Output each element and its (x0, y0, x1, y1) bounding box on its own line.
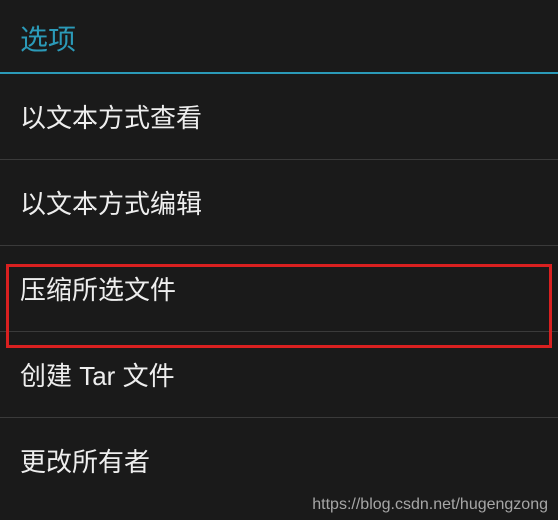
menu-item-label: 压缩所选文件 (20, 275, 176, 305)
dialog-title: 选项 (20, 18, 538, 58)
menu-item-change-owner[interactable]: 更改所有者 (0, 418, 558, 503)
menu-item-create-tar[interactable]: 创建 Tar 文件 (0, 332, 558, 418)
menu-item-edit-as-text[interactable]: 以文本方式编辑 (0, 160, 558, 246)
menu-item-label: 以文本方式编辑 (20, 189, 202, 219)
dialog-header: 选项 (0, 0, 558, 74)
watermark-text: https://blog.csdn.net/hugengzong (312, 496, 548, 514)
menu-item-view-as-text[interactable]: 以文本方式查看 (0, 74, 558, 160)
menu-item-label: 以文本方式查看 (20, 103, 202, 133)
menu-item-label: 创建 Tar 文件 (20, 361, 175, 391)
options-menu-list: 以文本方式查看 以文本方式编辑 压缩所选文件 创建 Tar 文件 更改所有者 (0, 74, 558, 503)
menu-item-label: 更改所有者 (20, 447, 150, 477)
menu-item-compress-selected[interactable]: 压缩所选文件 (0, 246, 558, 332)
options-dialog: 选项 以文本方式查看 以文本方式编辑 压缩所选文件 创建 Tar 文件 更改所有… (0, 0, 558, 520)
